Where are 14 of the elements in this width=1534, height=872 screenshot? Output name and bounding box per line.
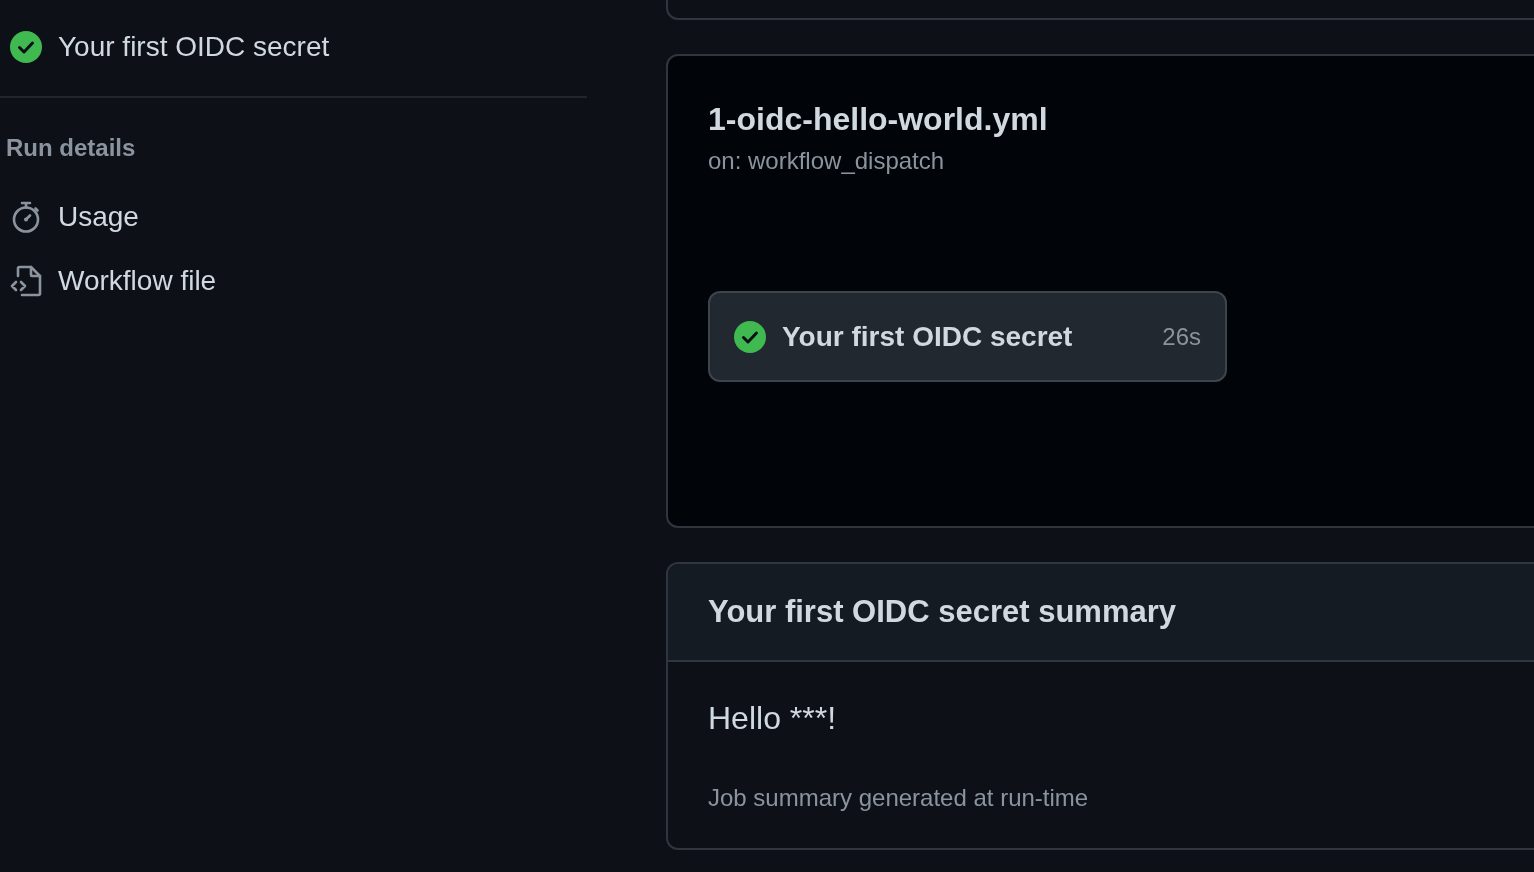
job-duration: 26s [1162,322,1201,351]
job-name: Your first OIDC secret [782,320,1073,353]
trigger-text: on: workflow_dispatch [708,146,945,176]
section-title: Run details [5,133,136,163]
stopwatch-icon [10,201,42,233]
summary-heading: Hello ***! [708,699,837,738]
job-node[interactable]: Your first OIDC secret 26s [708,291,1227,382]
file-code-icon [10,265,42,297]
summary-footer-text: Job summary generated at run-time [708,783,1089,813]
job-link[interactable]: Your first OIDC secret [0,29,587,65]
sidebar-link[interactable]: Usage [0,197,139,237]
workflow-file-title: 1-oidc-hello-world.yml [708,100,1048,139]
summary-title: Your first OIDC secret summary [708,593,1177,631]
sidebar-link[interactable]: Workflow file [0,261,217,301]
